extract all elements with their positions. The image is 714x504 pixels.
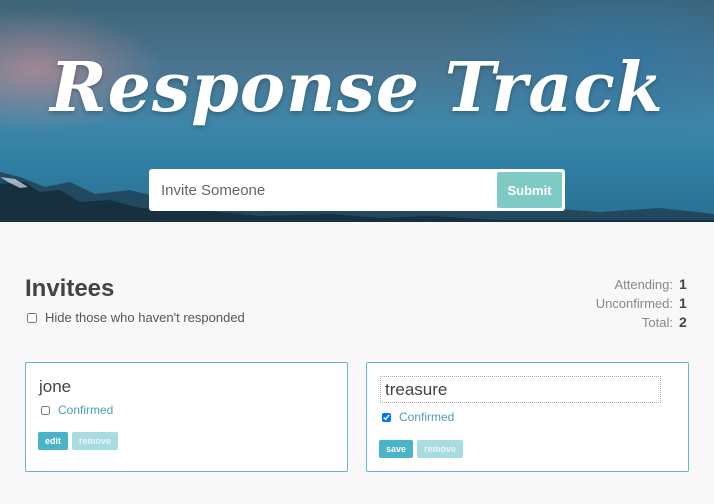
confirmed-checkbox[interactable] — [382, 412, 391, 422]
confirmed-label: Confirmed — [399, 410, 455, 424]
remove-button[interactable]: remove — [417, 440, 464, 458]
hide-unresponded-filter[interactable]: Hide those who haven't responded — [27, 310, 245, 325]
invitees-heading: Invitees — [25, 275, 115, 302]
invitee-actions: save remove — [379, 440, 467, 458]
hero-banner: Response Track Submit — [0, 0, 714, 222]
invite-input[interactable] — [161, 172, 497, 208]
invitee-card: jone Confirmed edit remove — [25, 362, 348, 472]
count-total: Total: 2 — [596, 313, 688, 332]
invitee-name: jone — [39, 377, 72, 396]
confirmed-toggle[interactable]: Confirmed — [382, 410, 454, 424]
app-title: Response Track — [50, 48, 664, 128]
invitee-card: Confirmed save remove — [366, 362, 689, 472]
submit-button[interactable]: Submit — [497, 172, 562, 208]
hide-unresponded-label: Hide those who haven't responded — [45, 310, 245, 325]
confirmed-label: Confirmed — [58, 403, 114, 417]
count-label: Unconfirmed: — [595, 296, 673, 311]
count-value: 1 — [679, 295, 687, 311]
count-label: Attending: — [614, 277, 673, 292]
invite-form: Submit — [149, 169, 565, 211]
count-value: 2 — [679, 314, 687, 330]
remove-button[interactable]: remove — [72, 432, 119, 450]
invitee-actions: edit remove — [38, 432, 122, 450]
count-unconfirmed: Unconfirmed: 1 — [596, 294, 688, 313]
confirmed-checkbox[interactable] — [41, 405, 50, 415]
confirmed-toggle[interactable]: Confirmed — [41, 403, 113, 417]
count-value: 1 — [679, 276, 687, 292]
edit-button[interactable]: edit — [38, 432, 69, 450]
hide-unresponded-checkbox[interactable] — [27, 312, 37, 323]
count-attending: Attending: 1 — [596, 275, 688, 294]
response-counts: Attending: 1 Unconfirmed: 1 Total: 2 — [596, 275, 688, 332]
invitee-name-input[interactable] — [380, 376, 661, 403]
save-button[interactable]: save — [379, 440, 414, 458]
count-label: Total: — [641, 315, 673, 330]
